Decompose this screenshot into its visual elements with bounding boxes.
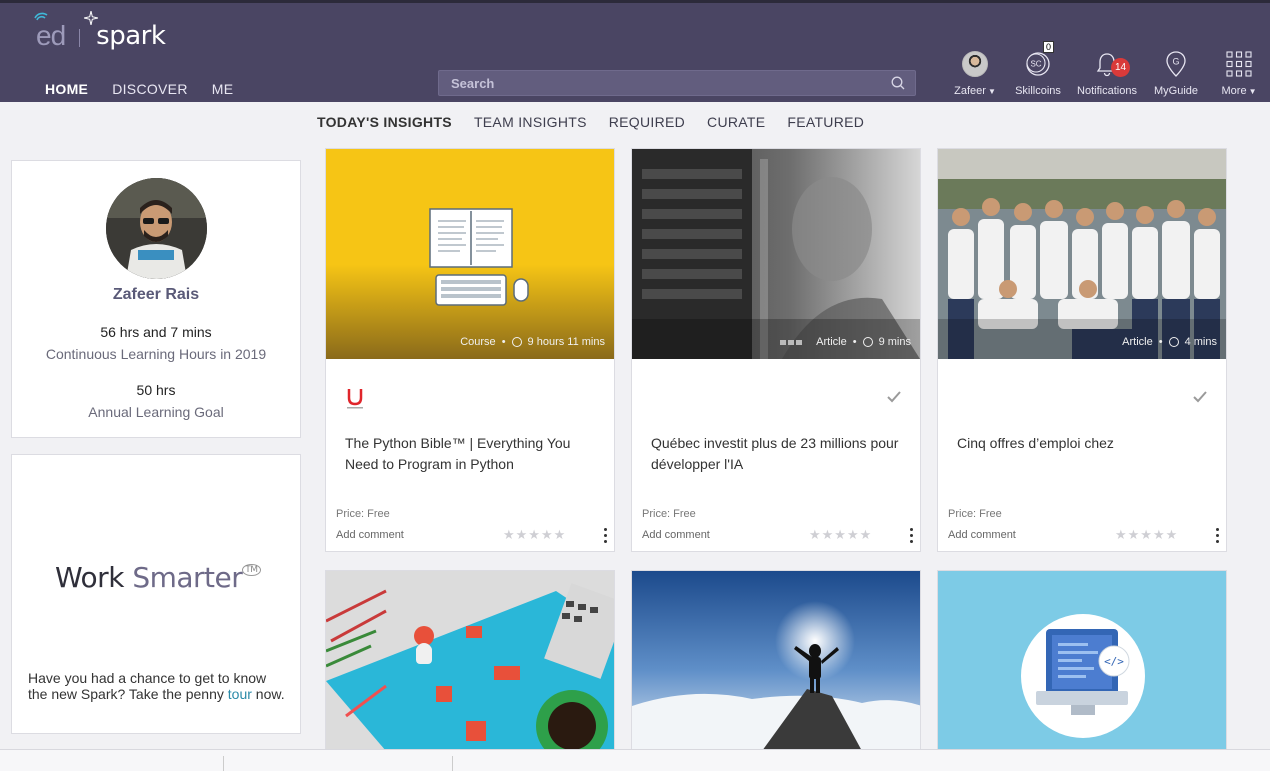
ed-logo-text: ed	[34, 12, 66, 52]
rating-stars[interactable]: ★★★★★	[1115, 527, 1178, 543]
tab-featured[interactable]: FEATURED	[787, 114, 864, 130]
search-bar	[438, 70, 916, 96]
card-price: Price: Free	[948, 508, 1002, 520]
svg-text:</>: </>	[1104, 655, 1124, 668]
rating-stars[interactable]: ★★★★★	[503, 527, 566, 543]
tab-todays-insights[interactable]: TODAY'S INSIGHTS	[317, 114, 452, 130]
learning-hours-value: 56 hrs and 7 mins	[100, 324, 212, 340]
user-menu[interactable]: Zafeer ▼	[950, 47, 1000, 103]
content-card-article[interactable]: Article • 4 mins Cinq offres d’emploi ch…	[937, 148, 1227, 552]
spark-logo-text: spark	[84, 11, 166, 51]
card-price: Price: Free	[642, 508, 696, 520]
user-name: Zafeer	[954, 85, 986, 97]
promo-card: Work Smarter TM Have you had a chance to …	[11, 454, 301, 734]
notifications-label: Notifications	[1077, 85, 1137, 97]
wifi-icon	[34, 12, 48, 21]
card-meta: Article • 9 mins	[780, 336, 911, 348]
svg-text:G: G	[1172, 57, 1179, 67]
map-pin-icon: G	[1166, 51, 1186, 77]
nav-home[interactable]: HOME	[45, 81, 88, 97]
user-avatar	[962, 51, 988, 77]
add-comment-link[interactable]: Add comment	[642, 529, 710, 541]
nav-discover[interactable]: DISCOVER	[112, 81, 188, 97]
edcast-logo[interactable]: ed spark	[34, 11, 166, 53]
content-card-course[interactable]: Course • 9 hours 11 mins The Python Bibl…	[325, 148, 615, 552]
more-options-icon[interactable]	[906, 527, 916, 543]
content-type: Course	[460, 336, 496, 348]
content-duration: 9 hours 11 mins	[527, 336, 605, 348]
content-type: Article	[816, 336, 847, 348]
content-duration: 4 mins	[1184, 336, 1217, 348]
search-icon[interactable]	[891, 76, 905, 90]
more-menu[interactable]: More ▼	[1216, 47, 1262, 103]
profile-name[interactable]: Zafeer Rais	[12, 286, 300, 304]
tab-required[interactable]: REQUIRED	[609, 114, 685, 130]
checkmark-icon[interactable]	[886, 389, 902, 405]
skillcoins-count-badge: 0	[1043, 41, 1055, 53]
source-placeholder-icon	[780, 339, 803, 345]
checkmark-icon[interactable]	[1192, 389, 1208, 405]
card-meta: Article • 4 mins	[1122, 336, 1217, 348]
profile-card: Zafeer Rais 56 hrs and 7 mins Continuous…	[11, 160, 301, 438]
insights-tabs: TODAY'S INSIGHTS TEAM INSIGHTS REQUIRED …	[317, 114, 864, 130]
main-nav: HOME DISCOVER ME	[45, 81, 233, 97]
logo-divider	[79, 29, 81, 47]
tab-team-insights[interactable]: TEAM INSIGHTS	[474, 114, 587, 130]
clock-icon	[862, 337, 873, 347]
header-tools: Zafeer ▼ SC 0 Skillcoins 14 Notification…	[950, 41, 1270, 103]
clock-icon	[1168, 337, 1179, 347]
content-duration: 9 mins	[878, 336, 911, 348]
grid-icon	[1226, 51, 1252, 77]
learning-goal-label: Annual Learning Goal	[88, 404, 224, 420]
add-comment-link[interactable]: Add comment	[336, 529, 404, 541]
learning-goal-value: 50 hrs	[136, 382, 176, 398]
card-title[interactable]: The Python Bible™ | Everything You Need …	[345, 433, 595, 475]
card-thumbnail[interactable]	[938, 149, 1226, 359]
skillcoins-button[interactable]: SC 0 Skillcoins	[1012, 41, 1064, 103]
notification-count-badge: 14	[1111, 58, 1130, 77]
myguide-button[interactable]: G MyGuide	[1148, 47, 1204, 103]
sparkle-icon	[84, 11, 99, 25]
caret-down-icon: ▼	[987, 87, 996, 96]
content-card-article[interactable]: Article • 9 mins Québec investit plus de…	[631, 148, 921, 552]
top-header: ed spark HOME DISCOVER ME Zafeer▼ SC	[0, 0, 1270, 102]
add-comment-link[interactable]: Add comment	[948, 529, 1016, 541]
card-price: Price: Free	[336, 508, 390, 520]
card-meta: Course • 9 hours 11 mins	[460, 336, 605, 348]
trademark-icon: TM	[242, 564, 261, 576]
tab-curate[interactable]: CURATE	[707, 114, 765, 130]
promo-text: Have you had a chance to get to know the…	[28, 670, 285, 702]
caret-down-icon: ▼	[1248, 87, 1257, 96]
content-card-thumbnail[interactable]	[631, 570, 921, 750]
bottom-bar	[0, 749, 1270, 771]
card-thumbnail[interactable]	[326, 149, 614, 359]
clock-icon	[511, 337, 522, 347]
myguide-label: MyGuide	[1153, 85, 1199, 97]
promo-title: Work Smarter TM	[55, 561, 261, 594]
content-type: Article	[1122, 336, 1153, 348]
tour-link[interactable]: tour	[228, 686, 252, 702]
divider	[223, 756, 224, 771]
nav-me[interactable]: ME	[212, 81, 234, 97]
card-title[interactable]: Cinq offres d’emploi chez	[957, 433, 1207, 454]
rating-stars[interactable]: ★★★★★	[809, 527, 872, 543]
skillcoins-icon-text: SC	[1030, 60, 1041, 69]
search-input[interactable]	[439, 71, 879, 95]
card-thumbnail[interactable]	[632, 149, 920, 359]
card-title[interactable]: Québec investit plus de 23 millions pour…	[651, 433, 901, 475]
skillcoins-icon: SC	[1026, 52, 1050, 76]
udemy-logo-icon	[347, 389, 363, 409]
content-card-thumbnail[interactable]: </>	[937, 570, 1227, 750]
skillcoins-label: Skillcoins	[1015, 85, 1061, 97]
content-card-thumbnail[interactable]	[325, 570, 615, 750]
more-label: More	[1221, 85, 1247, 97]
more-options-icon[interactable]	[1212, 527, 1222, 543]
notifications-button[interactable]: 14 Notifications	[1072, 47, 1142, 103]
profile-avatar[interactable]	[106, 178, 207, 279]
more-options-icon[interactable]	[600, 527, 610, 543]
learning-hours-label: Continuous Learning Hours in 2019	[45, 346, 267, 362]
divider	[452, 756, 453, 771]
